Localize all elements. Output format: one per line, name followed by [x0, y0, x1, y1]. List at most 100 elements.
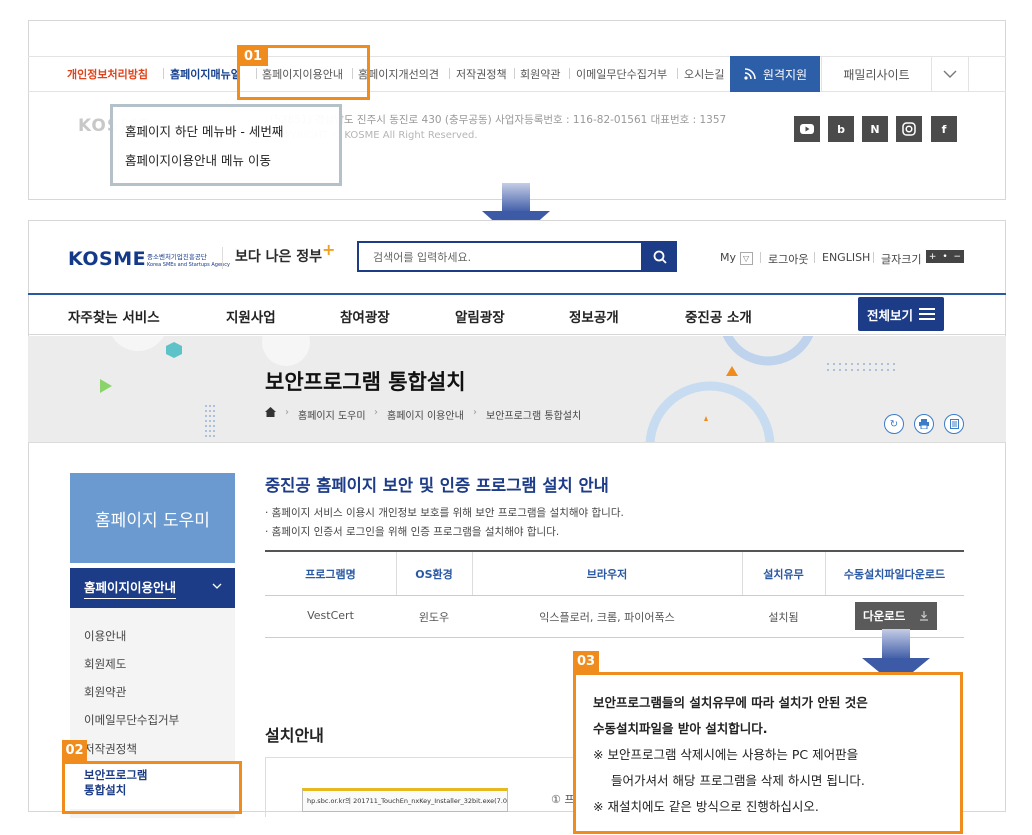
- refresh-icon[interactable]: ↻: [884, 414, 904, 434]
- callout-01-line2: 홈페이지이용안내 메뉴 이동: [125, 153, 271, 168]
- footer-link-manual[interactable]: 홈페이지매뉴얼: [170, 66, 241, 82]
- facebook-icon[interactable]: f: [931, 116, 957, 142]
- footer-link-terms[interactable]: 회원약관: [520, 66, 560, 82]
- divider: [873, 252, 874, 263]
- search-icon: [653, 250, 667, 264]
- chevron-down-icon: [212, 583, 222, 589]
- table-cell-os: 윈도우: [418, 611, 450, 624]
- breadcrumb-item[interactable]: 홈페이지 도우미: [298, 407, 366, 422]
- callout-01: 홈페이지 하단 메뉴바 - 세번째 홈페이지이용안내 메뉴 이동: [110, 104, 342, 186]
- font-size-controls[interactable]: + • −: [926, 250, 964, 263]
- blog-icon[interactable]: b: [828, 116, 854, 142]
- notice-bullet: · 홈페이지 서비스 이용시 개인정보 보호를 위해 보안 프로그램을 설치해야…: [265, 507, 624, 519]
- print-icon[interactable]: [914, 414, 934, 434]
- banner-decoration: [100, 336, 895, 442]
- sidebar-item-membership[interactable]: 회원제도: [84, 656, 126, 672]
- table-header: OS환경: [415, 568, 453, 581]
- chevron-right-icon: ›: [285, 407, 289, 418]
- family-site-label: 패밀리사이트: [843, 67, 910, 82]
- hamburger-icon: [919, 308, 935, 320]
- nav-item-disclosure[interactable]: 정보공개: [569, 306, 619, 326]
- family-site-toggle[interactable]: [931, 56, 969, 92]
- sidebar-item-email-refusal[interactable]: 이메일무단수집거부: [84, 712, 179, 728]
- callout-03-line5: ※ 재설치에도 같은 방식으로 진행하십시오.: [593, 799, 819, 814]
- remote-support-label: 원격지원: [762, 67, 808, 82]
- page-title: 보안프로그램 통합설치: [265, 370, 466, 394]
- search-button[interactable]: [643, 241, 677, 272]
- divider: [449, 68, 450, 79]
- highlight-box-02: [62, 761, 242, 814]
- footer-link-copyright[interactable]: 저작권정책: [456, 66, 507, 82]
- sidebar-current-menu[interactable]: 홈페이지이용안내: [70, 568, 235, 608]
- breadcrumb-item[interactable]: 홈페이지 이용안내: [387, 407, 464, 422]
- nav-item-support[interactable]: 지원사업: [226, 306, 276, 326]
- naver-post-icon[interactable]: N: [862, 116, 888, 142]
- all-menu-button[interactable]: 전체보기: [858, 297, 944, 331]
- table-header: 수동설치파일다운로드: [843, 568, 946, 581]
- sidebar-heading: 홈페이지 도우미: [70, 473, 235, 563]
- download-icon: [920, 611, 928, 621]
- step-tag-01: 01: [238, 46, 268, 66]
- nav-item-about[interactable]: 중진공 소개: [685, 306, 752, 326]
- step-tag-03: 03: [573, 651, 599, 672]
- sidebar-item-usage[interactable]: 이용안내: [84, 628, 126, 644]
- footer-link-email-refusal[interactable]: 이메일무단수집거부: [576, 66, 667, 82]
- install-guide-title: 설치안내: [265, 726, 324, 745]
- footer-link-privacy[interactable]: 개인정보처리방침: [67, 66, 148, 82]
- callout-03-line3: ※ 보안프로그램 삭제시에는 사용하는 PC 제어판을: [593, 747, 859, 762]
- section-title: 중진공 홈페이지 보안 및 인증 프로그램 설치 안내: [265, 476, 609, 495]
- document-icon[interactable]: [944, 414, 964, 434]
- download-label: 다운로드: [863, 609, 906, 623]
- divider: [677, 68, 678, 79]
- youtube-icon[interactable]: [794, 116, 820, 142]
- sidebar-item-terms[interactable]: 회원약관: [84, 684, 126, 700]
- table-cell-browser: 익스플로러, 크롬, 파이어폭스: [539, 611, 675, 624]
- nav-item-notice[interactable]: 알림광장: [455, 306, 505, 326]
- home-icon[interactable]: [265, 407, 276, 420]
- logout-link[interactable]: 로그아웃: [768, 251, 808, 267]
- divider: [569, 68, 570, 79]
- kosme-logo[interactable]: KOSME: [68, 248, 146, 270]
- font-size-label: 글자크기: [881, 253, 922, 266]
- callout-01-line1: 홈페이지 하단 메뉴바 - 세번째: [125, 124, 284, 139]
- instagram-icon[interactable]: [896, 116, 922, 142]
- my-menu[interactable]: My ▽: [720, 251, 753, 265]
- sidebar-item-copyright[interactable]: 저작권정책: [84, 741, 137, 757]
- divider: [814, 252, 815, 263]
- search-input[interactable]: 검색어를 입력하세요.: [357, 241, 643, 272]
- font-plus-icon[interactable]: +: [929, 252, 937, 262]
- nav-item-participation[interactable]: 참여광장: [340, 306, 390, 326]
- font-reset-icon[interactable]: •: [942, 252, 947, 262]
- table-cell-installed: 설치됨: [768, 611, 799, 624]
- chevron-right-icon: ›: [473, 407, 477, 418]
- divider: [514, 68, 515, 79]
- table-header: 프로그램명: [305, 568, 356, 581]
- kosme-logo-sub: 중소벤처기업진흥공단 Korea SMEs and Startups Agenc…: [147, 253, 230, 268]
- callout-03-line2: 수동설치파일을 받아 설치합니다.: [593, 721, 768, 736]
- remote-wave-icon: [744, 68, 756, 80]
- footer-link-feedback[interactable]: 홈페이지개선의견: [358, 66, 439, 82]
- divider: [760, 252, 761, 263]
- family-site-select[interactable]: 패밀리사이트: [821, 56, 931, 92]
- download-button[interactable]: 다운로드: [855, 602, 937, 630]
- nav-item-frequent[interactable]: 자주찾는 서비스: [68, 306, 160, 326]
- page-banner: [28, 336, 1006, 443]
- table-divider: [265, 595, 964, 596]
- step-tag-02: 02: [62, 740, 87, 761]
- breadcrumb-item[interactable]: 보안프로그램 통합설치: [486, 407, 581, 422]
- gov-logo: 보다 나은 정부+: [235, 240, 336, 265]
- remote-support-button[interactable]: 원격지원: [730, 56, 820, 92]
- install-screenshot: hp.sbc.or.kr의 201711_TouchEn_nxKey_Insta…: [302, 788, 508, 812]
- all-menu-label: 전체보기: [866, 307, 913, 323]
- font-minus-icon[interactable]: −: [954, 252, 962, 262]
- callout-03-line1: 보안프로그램들의 설치유무에 따라 설치가 안된 것은: [593, 695, 868, 710]
- table-header: 설치유무: [763, 568, 804, 581]
- callout-03-line4: 들어가셔서 해당 프로그램을 삭제 하시면 됩니다.: [611, 773, 865, 788]
- footer-link-directions[interactable]: 오시는길: [684, 66, 724, 82]
- table-header: 브라우저: [586, 568, 628, 581]
- chevron-right-icon: ›: [374, 407, 378, 418]
- divider: [163, 68, 164, 79]
- english-link[interactable]: ENGLISH: [822, 251, 870, 264]
- install-step: ① 프: [551, 793, 575, 806]
- chevron-down-icon: ▽: [739, 251, 753, 265]
